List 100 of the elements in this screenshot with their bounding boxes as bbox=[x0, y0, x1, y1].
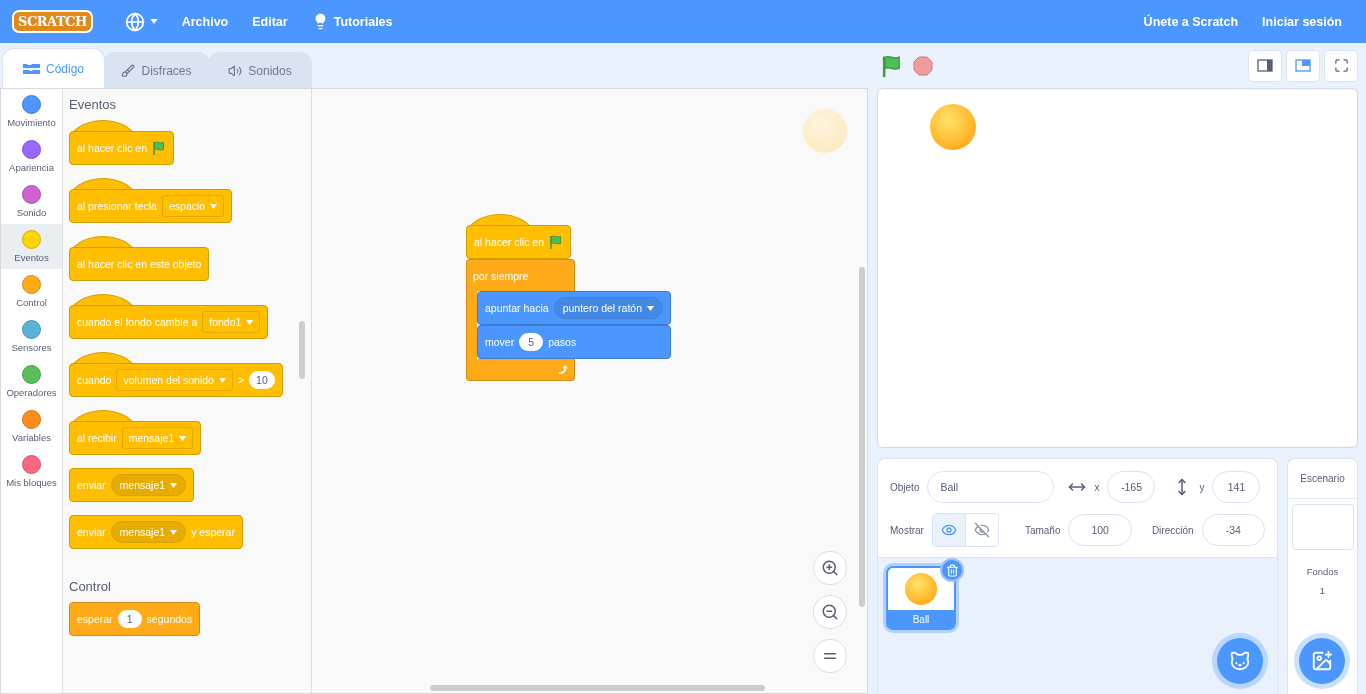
block-label: al presionar tecla bbox=[77, 200, 157, 212]
motion-block[interactable]: mover 5 pasos bbox=[477, 325, 672, 359]
speaker-icon bbox=[228, 63, 243, 78]
small-stage-button[interactable] bbox=[1248, 49, 1282, 82]
eye-icon bbox=[941, 522, 958, 538]
category-item[interactable]: Variables bbox=[1, 404, 62, 449]
block-label: al hacer clic en bbox=[77, 142, 148, 154]
ball-sprite[interactable] bbox=[930, 104, 976, 150]
block-label: segundos bbox=[146, 613, 193, 625]
block-label: cuando bbox=[77, 374, 112, 386]
event-block[interactable]: enviar mensaje1 y esperar bbox=[69, 515, 243, 549]
category-item[interactable]: Sonido bbox=[1, 179, 62, 224]
zoom-out-button[interactable] bbox=[813, 595, 847, 629]
loop-arrow-icon bbox=[557, 364, 568, 375]
block-label: enviar bbox=[77, 479, 106, 491]
event-block[interactable]: enviar mensaje1 bbox=[69, 468, 195, 502]
ball-thumbnail bbox=[905, 573, 937, 605]
backdrops-count: 1 bbox=[1319, 585, 1326, 596]
start-flag-button[interactable] bbox=[881, 54, 903, 77]
block-dropdown[interactable]: mensaje1 bbox=[110, 474, 187, 496]
caret-icon bbox=[149, 19, 158, 24]
globe-icon bbox=[124, 11, 145, 32]
sprite-tile[interactable]: Ball bbox=[886, 566, 956, 630]
block-label: cuando el fondo cambie a bbox=[77, 316, 198, 328]
hide-button[interactable] bbox=[965, 514, 998, 546]
category-item[interactable]: Eventos bbox=[1, 224, 62, 269]
category-item[interactable]: Sensores bbox=[1, 314, 62, 359]
block-label: apuntar hacia bbox=[485, 302, 549, 314]
block-label: al recibir bbox=[77, 432, 117, 444]
zoom-in-button[interactable] bbox=[813, 551, 847, 585]
menu-item[interactable]: Archivo bbox=[169, 0, 241, 43]
backdrops-label: Fondos bbox=[1306, 566, 1339, 577]
editor-tab[interactable]: Disfraces bbox=[103, 52, 210, 88]
panel-title: Escenario bbox=[1288, 459, 1357, 499]
block-label: mover bbox=[485, 336, 515, 348]
caret-icon bbox=[218, 377, 226, 383]
event-block[interactable]: esperar 1 segundos bbox=[69, 602, 201, 636]
editor-tab[interactable]: Sonidos bbox=[208, 52, 312, 88]
section-title: Control bbox=[69, 579, 112, 594]
field-label: y bbox=[1199, 481, 1205, 493]
account-link[interactable]: Iniciar sesión bbox=[1250, 0, 1354, 43]
fullscreen-button[interactable] bbox=[1324, 49, 1358, 82]
zoom-out-icon bbox=[821, 603, 839, 621]
large-stage-icon bbox=[1295, 59, 1311, 72]
add-sprite-button[interactable] bbox=[1217, 638, 1263, 684]
reset-zoom-button[interactable] bbox=[813, 639, 847, 673]
large-stage-button[interactable] bbox=[1286, 49, 1320, 82]
forever-block-top[interactable]: por siempre bbox=[466, 259, 575, 291]
number-input[interactable]: 10 bbox=[249, 371, 275, 389]
menu-item[interactable]: Tutoriales bbox=[299, 0, 405, 43]
block-label: por siempre bbox=[473, 269, 529, 282]
block-label: > bbox=[237, 374, 245, 386]
block-dropdown[interactable]: mensaje1 bbox=[110, 521, 187, 543]
code-blocks-icon bbox=[23, 62, 40, 75]
scrollbar[interactable] bbox=[859, 267, 865, 607]
image-plus-icon bbox=[1311, 650, 1333, 672]
number-input[interactable]: 1 bbox=[117, 610, 142, 628]
block-label: pasos bbox=[548, 336, 577, 348]
section-title: Eventos bbox=[69, 97, 117, 112]
cat-plus-icon bbox=[1229, 650, 1251, 672]
category-item[interactable]: Control bbox=[1, 269, 62, 314]
delete-button[interactable] bbox=[940, 558, 964, 582]
motion-block[interactable]: apuntar hacia puntero del ratón bbox=[477, 291, 672, 325]
field-label: Tamaño bbox=[1024, 524, 1061, 536]
flag-icon bbox=[881, 54, 903, 77]
caret-icon bbox=[246, 319, 254, 325]
field-label: Dirección bbox=[1151, 524, 1194, 536]
category-item[interactable]: Movimiento bbox=[1, 89, 62, 134]
category-item[interactable]: Apariencia bbox=[1, 134, 62, 179]
sprite-ghost bbox=[803, 109, 847, 153]
caret-icon bbox=[647, 305, 655, 311]
block-label: al hacer clic en este objeto bbox=[77, 258, 202, 270]
category-item[interactable]: Mis bloques bbox=[1, 449, 62, 494]
block-label: esperar bbox=[77, 613, 113, 625]
block-dropdown[interactable]: puntero del ratón bbox=[553, 297, 664, 319]
brush-icon bbox=[121, 63, 136, 78]
add-backdrop-button[interactable] bbox=[1299, 638, 1345, 684]
eye-off-icon bbox=[974, 522, 991, 538]
show-button[interactable] bbox=[932, 514, 966, 546]
stop-button[interactable] bbox=[913, 55, 933, 76]
editor-tab[interactable]: Código bbox=[2, 48, 105, 88]
caret-icon bbox=[179, 435, 187, 441]
caret-icon bbox=[170, 482, 178, 488]
field-label: x bbox=[1094, 481, 1100, 493]
number-input[interactable]: 5 bbox=[519, 333, 544, 351]
account-link[interactable]: Únete a Scratch bbox=[1131, 0, 1251, 43]
scrollbar[interactable] bbox=[430, 685, 765, 691]
field-label: Mostrar bbox=[890, 524, 924, 536]
caret-icon bbox=[210, 203, 218, 209]
small-stage-icon bbox=[1257, 59, 1273, 72]
block-label: al hacer clic en bbox=[474, 236, 545, 248]
category-item[interactable]: Operadores bbox=[1, 359, 62, 404]
sprite-name: Ball bbox=[888, 610, 954, 628]
scrollbar[interactable] bbox=[299, 321, 305, 379]
logo[interactable]: SCRATCH bbox=[12, 10, 93, 33]
block-label: enviar bbox=[77, 526, 106, 538]
menu-item[interactable]: Editar bbox=[240, 0, 300, 43]
block-label: y esperar bbox=[191, 526, 235, 538]
backdrop-thumbnail[interactable] bbox=[1291, 504, 1354, 550]
trash-icon bbox=[945, 563, 959, 577]
